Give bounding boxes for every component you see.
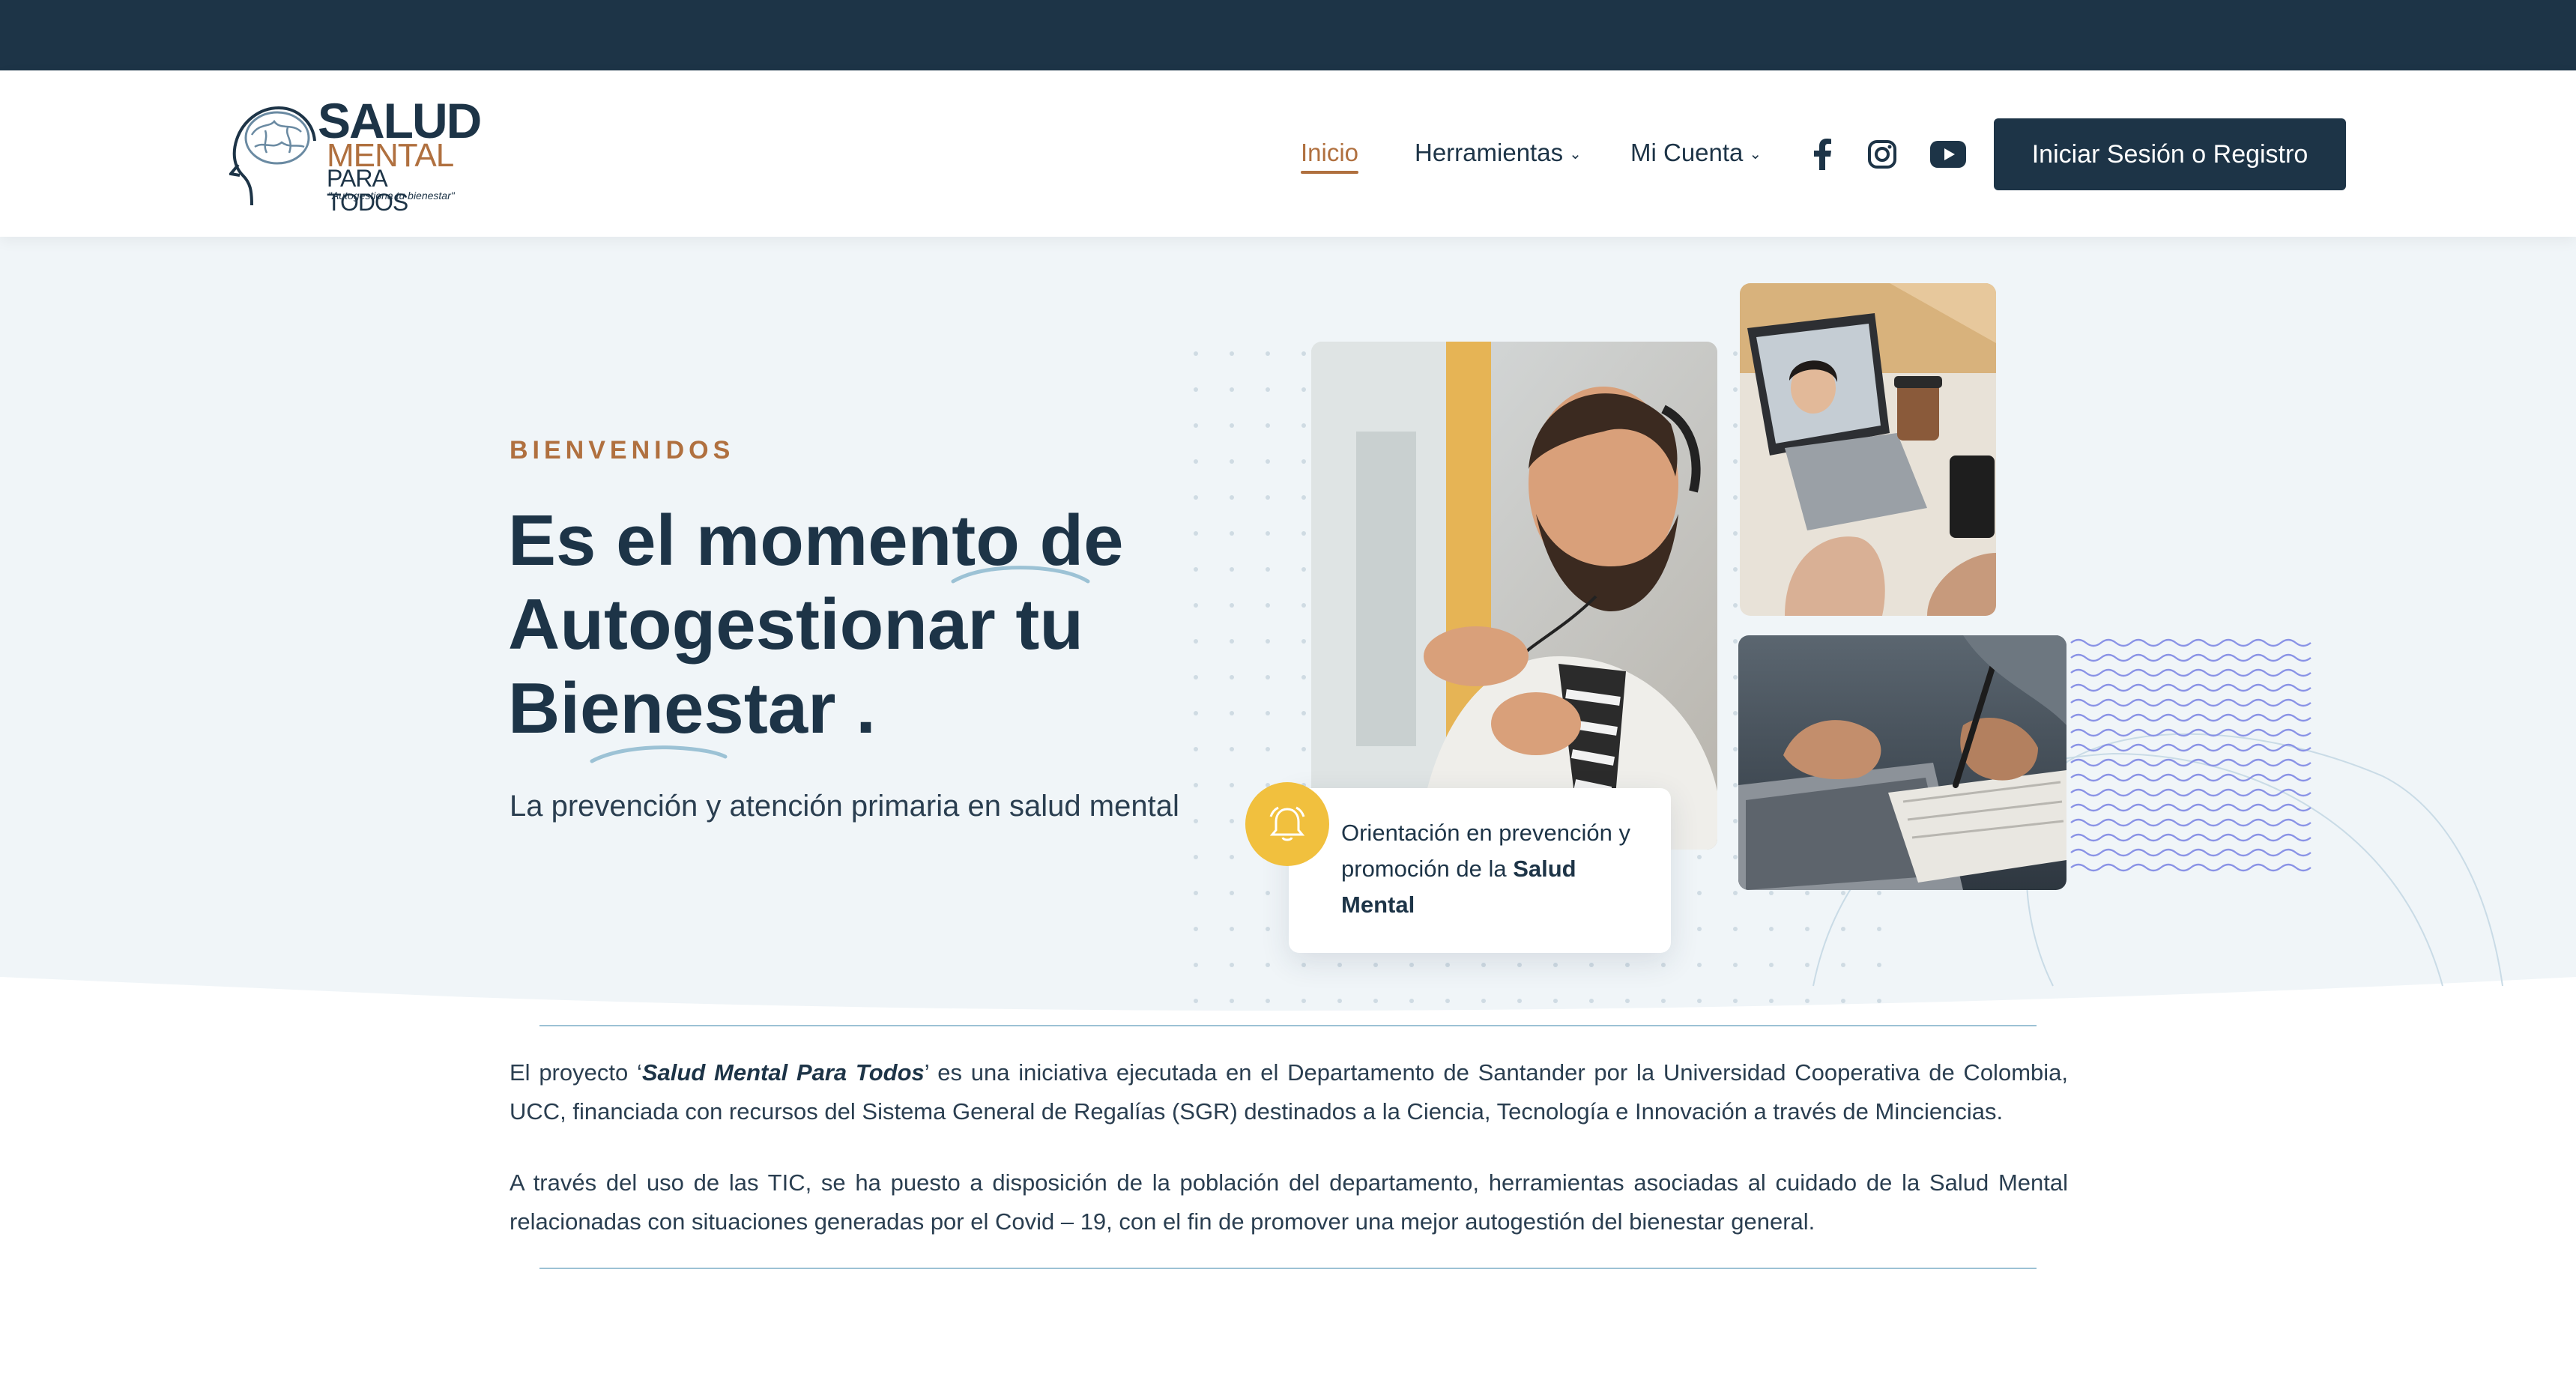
instagram-icon[interactable] (1864, 136, 1900, 172)
project-name: Salud Mental Para Todos (641, 1059, 925, 1086)
nav-herramientas[interactable]: Herramientas ⌄ (1415, 138, 1582, 169)
hero-section: BIENVENIDOS Es el momento de Autogestion… (0, 237, 2576, 1016)
facebook-icon[interactable] (1804, 136, 1840, 172)
hero-headline-line-3: Bienestar . (508, 668, 876, 748)
photo-video-call (1740, 283, 1996, 616)
logo-tagline: "Autogestiona tu bienestar" (328, 190, 455, 202)
photo-counselor-headset (1311, 342, 1717, 850)
nav-mi-cuenta-label: Mi Cuenta (1630, 139, 1744, 166)
info-card-text-regular: Orientación en prevención y promoción de… (1341, 820, 1631, 882)
about-paragraph-1: El proyecto ‘Salud Mental Para Todos’ es… (510, 1053, 2068, 1131)
about-paragraph-1-start: El proyecto ‘ (510, 1059, 642, 1086)
divider-bottom (539, 1268, 2037, 1269)
photo-writing-notebook (1738, 635, 2066, 890)
hero-eyebrow: BIENVENIDOS (510, 436, 735, 464)
info-card: Orientación en prevención y promoción de… (1289, 788, 1671, 953)
nav-mi-cuenta[interactable]: Mi Cuenta ⌄ (1630, 138, 1762, 169)
nav-inicio[interactable]: Inicio (1301, 138, 1359, 174)
site-logo[interactable]: SALUD MENTAL PARA TODOS "Autogestiona tu… (229, 96, 482, 214)
nav-herramientas-label: Herramientas (1415, 139, 1564, 166)
top-bar (0, 0, 2576, 70)
nav-inicio-label: Inicio (1301, 139, 1359, 166)
active-underline (1301, 171, 1359, 174)
brain-head-icon (229, 106, 316, 206)
site-header: SALUD MENTAL PARA TODOS "Autogestiona tu… (0, 70, 2576, 237)
hero-headline-line-2: Autogestionar tu (508, 584, 1083, 665)
hero-headline: Es el momento de Autogestionar tu Bienes… (508, 499, 1182, 751)
hero-headline-line-1: Es el momento de (508, 500, 1124, 581)
login-register-button[interactable]: Iniciar Sesión o Registro (1994, 118, 2346, 190)
youtube-icon[interactable] (1929, 136, 1968, 172)
hero-subtitle: La prevención y atención primaria en sal… (510, 790, 1179, 823)
about-paragraph-2: A través del uso de las TIC, se ha puest… (510, 1169, 2068, 1235)
bell-icon (1245, 782, 1329, 866)
chevron-down-icon: ⌄ (1569, 146, 1582, 163)
divider-top (539, 1025, 2037, 1026)
info-card-text: Orientación en prevención y promoción de… (1341, 815, 1656, 923)
chevron-down-icon: ⌄ (1749, 146, 1762, 163)
